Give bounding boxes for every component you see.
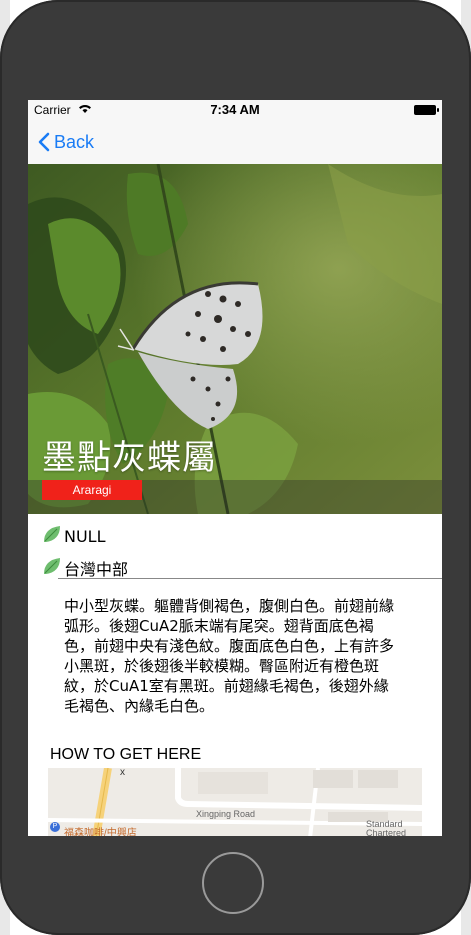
home-button[interactable] [202,852,264,914]
map-road-label: Xingping Road [196,809,256,819]
genus-tag: Araragi [42,480,142,500]
info-row-distribution: 台灣中部 [42,556,128,580]
app-screen: Carrier 7:34 AM Back 墨點灰蝶屬 Araragi NULL … [28,100,442,836]
map-marker-icon: P [50,822,60,832]
section-divider [58,578,442,579]
leaf-icon [42,556,62,580]
battery-icon [414,105,439,115]
status-bar: Carrier 7:34 AM [28,100,442,120]
map-street-marker: x [120,768,125,778]
map-bank-label: Standard Chartered [366,819,407,837]
info-row-host-plant: NULL [42,524,106,548]
map-poi-label: 福森咖啡/中興店 [64,828,137,836]
species-description: 中小型灰蝶。軀體背側褐色，腹側白色。前翅前緣弧形。後翅CuA2脈末端有尾突。翅背… [64,597,395,715]
status-time: 7:34 AM [210,102,260,117]
info-row-text: 台灣中部 [64,560,129,579]
species-title: 墨點灰蝶屬 [42,438,217,478]
info-row-text: NULL [64,526,106,546]
species-hero-image: 墨點灰蝶屬 Araragi [28,164,442,514]
directions-heading: HOW TO GET HERE [50,746,202,763]
navigation-bar: Back [28,120,442,165]
location-map[interactable]: x Xingping Road 福森咖啡/中興店 P Standard Char… [48,768,422,836]
chevron-left-icon [38,132,50,152]
back-button[interactable]: Back [38,128,94,156]
leaf-icon [42,524,62,548]
back-label: Back [54,131,95,152]
